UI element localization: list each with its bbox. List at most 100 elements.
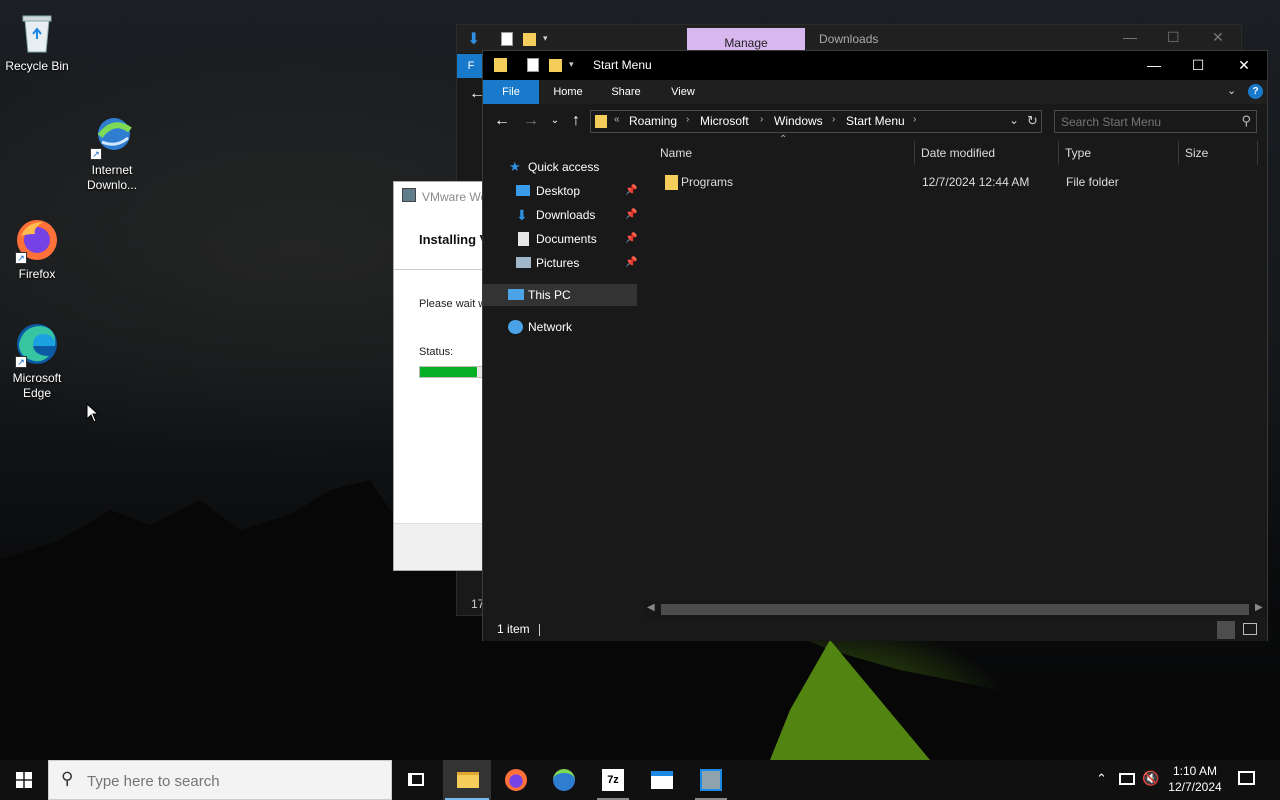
search-icon: ⚲ bbox=[1241, 113, 1251, 128]
taskbar-vmware-installer[interactable] bbox=[687, 760, 735, 800]
column-header-size[interactable]: Size bbox=[1185, 141, 1255, 165]
pin-icon[interactable]: 📌 bbox=[625, 204, 637, 226]
breadcrumb-start-menu[interactable]: Start Menu bbox=[846, 114, 905, 128]
scroll-right-icon[interactable]: ▶ bbox=[1255, 602, 1263, 613]
nav-documents[interactable]: Documents 📌 bbox=[483, 228, 637, 250]
downloads-file-tab[interactable]: F bbox=[457, 54, 485, 78]
up-button[interactable]: ↑ bbox=[565, 110, 587, 132]
column-separator[interactable] bbox=[1257, 141, 1258, 165]
nav-label: Quick access bbox=[528, 160, 600, 174]
vmware-installer-dialog[interactable]: VMware Wo Installing V Please wait w Sta… bbox=[393, 181, 493, 571]
taskbar-7zip[interactable]: 7z bbox=[589, 760, 637, 800]
column-header-date-modified[interactable]: Date modified bbox=[921, 141, 1059, 165]
desktop-icon-microsoft-edge[interactable]: ↗ Microsoft Edge bbox=[0, 320, 74, 401]
column-separator[interactable] bbox=[1058, 141, 1059, 165]
breadcrumb-windows[interactable]: Windows bbox=[774, 114, 823, 128]
taskbar-firefox[interactable] bbox=[492, 760, 540, 800]
taskbar-control-panel[interactable] bbox=[638, 760, 686, 800]
chevron-right-icon[interactable]: › bbox=[686, 114, 689, 125]
tab-home[interactable]: Home bbox=[543, 80, 593, 104]
breadcrumb-microsoft[interactable]: Microsoft bbox=[700, 114, 749, 128]
nav-downloads[interactable]: ⬇ Downloads 📌 bbox=[483, 204, 637, 226]
tab-share[interactable]: Share bbox=[601, 80, 651, 104]
ribbon-expand-icon[interactable]: ⌄ bbox=[1227, 84, 1236, 97]
address-overflow[interactable]: « bbox=[614, 114, 620, 125]
file-list[interactable]: ⌃ Name Date modified Type Size Programs … bbox=[643, 134, 1267, 618]
firefox-icon bbox=[505, 769, 527, 791]
window-app-icon bbox=[651, 771, 673, 789]
maximize-button[interactable]: ☐ bbox=[1167, 29, 1180, 46]
task-view-button[interactable] bbox=[392, 760, 440, 800]
taskbar-file-explorer[interactable] bbox=[443, 760, 491, 800]
file-date-modified: 12/7/2024 12:44 AM bbox=[922, 175, 1030, 189]
show-hidden-icons-chevron-icon[interactable]: ⌃ bbox=[1096, 771, 1107, 787]
minimize-button[interactable]: — bbox=[1123, 29, 1137, 45]
table-row[interactable]: Programs 12/7/2024 12:44 AM File folder bbox=[659, 171, 1259, 193]
folder-icon bbox=[665, 175, 678, 190]
file-type: File folder bbox=[1066, 175, 1119, 189]
recent-locations-button[interactable]: ⌄ bbox=[544, 110, 566, 132]
vmware-icon bbox=[402, 188, 416, 202]
desktop-icon-recycle-bin[interactable]: Recycle Bin bbox=[0, 8, 74, 74]
properties-icon[interactable] bbox=[527, 58, 539, 72]
folder-icon bbox=[494, 58, 507, 72]
qat-dropdown-icon[interactable]: ▾ bbox=[543, 33, 548, 44]
network-status-icon[interactable] bbox=[1119, 773, 1135, 785]
scroll-left-icon[interactable]: ◀ bbox=[647, 602, 655, 613]
pin-icon[interactable]: 📌 bbox=[625, 252, 637, 274]
chevron-right-icon[interactable]: › bbox=[832, 114, 835, 125]
maximize-button[interactable]: ☐ bbox=[1175, 51, 1221, 80]
notifications-icon[interactable] bbox=[1238, 771, 1255, 785]
start-button[interactable] bbox=[0, 760, 48, 800]
column-separator[interactable] bbox=[914, 141, 915, 165]
minimize-button[interactable]: — bbox=[1131, 51, 1177, 80]
volume-muted-icon[interactable]: 🔇 bbox=[1142, 770, 1159, 787]
nav-network[interactable]: Network bbox=[483, 316, 637, 338]
address-bar[interactable]: « Roaming › Microsoft › Windows › Start … bbox=[590, 110, 1042, 133]
close-button[interactable]: ✕ bbox=[1221, 51, 1267, 80]
pin-icon[interactable]: 📌 bbox=[625, 228, 637, 250]
search-box[interactable]: ⚲ bbox=[1054, 110, 1257, 133]
column-header-type[interactable]: Type bbox=[1065, 141, 1177, 165]
column-separator[interactable] bbox=[1178, 141, 1179, 165]
scrollbar-thumb[interactable] bbox=[661, 604, 1249, 615]
chevron-right-icon[interactable]: › bbox=[913, 114, 916, 125]
nav-desktop[interactable]: Desktop 📌 bbox=[483, 180, 637, 202]
help-icon[interactable]: ? bbox=[1248, 84, 1263, 99]
pin-icon[interactable]: 📌 bbox=[625, 180, 637, 202]
refresh-icon[interactable]: ↻ bbox=[1027, 113, 1038, 129]
back-button[interactable]: ← bbox=[491, 110, 513, 132]
taskbar: ⚲ 7z ⌃ 🔇 1:10 AM 12/7/2024 bbox=[0, 760, 1280, 800]
breadcrumb-roaming[interactable]: Roaming bbox=[629, 114, 677, 128]
tab-file[interactable]: File bbox=[483, 80, 539, 104]
column-header-name[interactable]: Name bbox=[660, 141, 910, 165]
address-dropdown-icon[interactable]: ⌄ bbox=[1009, 113, 1019, 127]
details-view-icon[interactable] bbox=[1217, 621, 1235, 639]
qat-dropdown-icon[interactable]: ▾ bbox=[569, 59, 574, 70]
system-clock[interactable]: 1:10 AM 12/7/2024 bbox=[1166, 763, 1224, 795]
chevron-right-icon[interactable]: › bbox=[760, 114, 763, 125]
nav-quick-access[interactable]: ★ Quick access bbox=[483, 156, 637, 178]
explorer-titlebar[interactable]: ▾ Start Menu — ☐ ✕ bbox=[483, 51, 1267, 80]
download-arrow-icon: ⬇ bbox=[516, 207, 528, 223]
search-input[interactable] bbox=[1061, 114, 1231, 130]
downloads-window-titlebar[interactable]: ⬇ ▾ Manage Downloads — ☐ ✕ bbox=[457, 25, 1241, 53]
desktop-icon-firefox[interactable]: ↗ Firefox bbox=[0, 216, 74, 282]
progress-fill bbox=[420, 367, 478, 377]
forward-button[interactable]: → bbox=[520, 110, 542, 132]
taskbar-search-input[interactable] bbox=[87, 771, 377, 791]
taskbar-internet-download-manager[interactable] bbox=[540, 760, 588, 800]
nav-label: Downloads bbox=[536, 208, 596, 222]
taskbar-search-box[interactable]: ⚲ bbox=[48, 760, 392, 800]
internet-download-manager-icon: ↗ bbox=[88, 112, 136, 160]
large-icons-view-icon[interactable] bbox=[1243, 623, 1257, 635]
desktop-icon-internet-download-manager[interactable]: ↗ Internet Downlo... bbox=[75, 112, 149, 193]
tab-view[interactable]: View bbox=[658, 80, 708, 104]
close-button[interactable]: ✕ bbox=[1212, 29, 1224, 46]
nav-this-pc[interactable]: This PC bbox=[483, 284, 637, 306]
start-menu-explorer-window[interactable]: ▾ Start Menu — ☐ ✕ File Home Share View … bbox=[482, 50, 1268, 641]
horizontal-scrollbar[interactable]: ◀ ▶ bbox=[643, 601, 1267, 618]
nav-pictures[interactable]: Pictures 📌 bbox=[483, 252, 637, 274]
status-label: Status: bbox=[419, 346, 454, 358]
new-folder-icon[interactable] bbox=[549, 59, 562, 72]
